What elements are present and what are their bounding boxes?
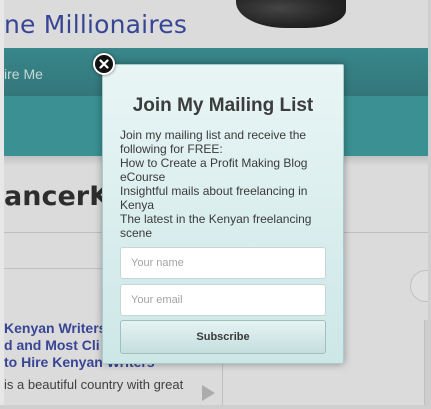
mailing-list-popup: Join My Mailing List Join my mailing lis… [102, 64, 344, 364]
popup-title: Join My Mailing List [132, 95, 314, 116]
subscribe-button[interactable]: Subscribe [120, 320, 326, 354]
popup-text-line: How to Create a Profit Making Blog [120, 156, 308, 170]
popup-text-line: The latest in the Kenyan freelancing [120, 212, 312, 226]
popup-text-line: scene [120, 226, 153, 240]
name-input[interactable] [120, 247, 326, 279]
popup-text-line: eCourse [120, 170, 166, 184]
popup-text-line: Kenya [120, 198, 155, 212]
popup-text-line: following for FREE: [120, 142, 223, 156]
close-button[interactable] [93, 53, 115, 75]
popup-text-line: Join my mailing list and receive the [120, 128, 307, 142]
close-icon [99, 59, 109, 69]
email-input[interactable] [120, 284, 326, 316]
popup-text-line: Insightful mails about freelancing in [120, 184, 308, 198]
frame-border-bottom [0, 405, 431, 409]
